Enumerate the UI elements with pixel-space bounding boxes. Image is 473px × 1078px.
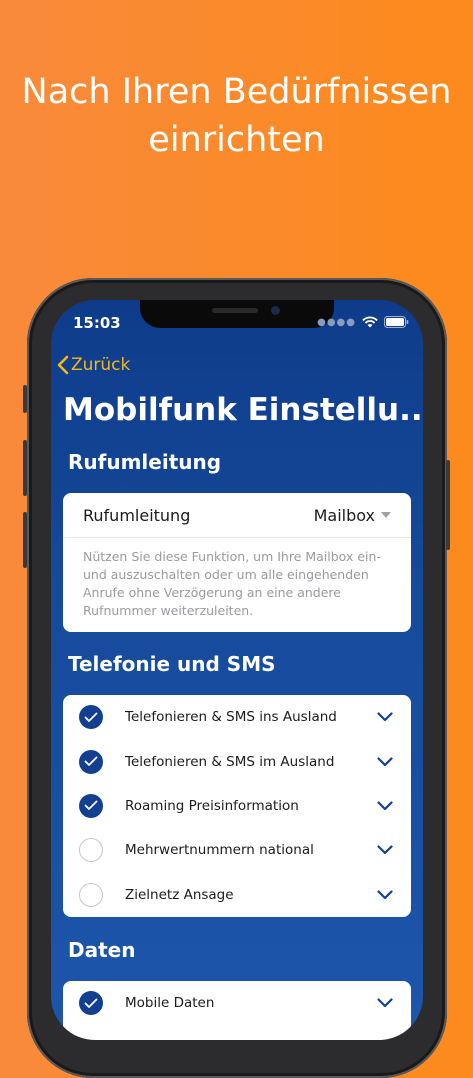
checkmark-icon bbox=[84, 801, 98, 811]
checkbox-checked[interactable] bbox=[79, 793, 103, 818]
caret-down-icon bbox=[381, 512, 391, 518]
call-forwarding-value: Mailbox bbox=[313, 505, 375, 525]
promo-headline-line2: einrichten bbox=[148, 120, 325, 160]
wifi-icon bbox=[362, 316, 378, 328]
chevron-left-icon bbox=[57, 355, 69, 375]
checkbox-unchecked[interactable] bbox=[79, 882, 103, 907]
section-heading-telephony: Telefonie und SMS bbox=[68, 652, 276, 676]
phone-screen: 15:03 ●●●● Zurück Mobilfunk Einstellu...… bbox=[51, 300, 423, 1040]
call-forwarding-select[interactable]: Mailbox bbox=[314, 506, 391, 525]
back-button[interactable]: Zurück bbox=[57, 355, 130, 375]
checkmark-icon bbox=[84, 998, 98, 1008]
checkbox-checked[interactable] bbox=[79, 991, 103, 1016]
chevron-down-icon[interactable] bbox=[377, 890, 393, 900]
checkbox-checked[interactable] bbox=[79, 705, 103, 730]
call-forwarding-label: Rufumleitung bbox=[83, 505, 191, 525]
telephony-card: Telefonieren & SMS ins Ausland Telefonie… bbox=[63, 695, 411, 917]
signal-icon: ●●●● bbox=[317, 316, 356, 328]
chevron-down-icon[interactable] bbox=[377, 998, 393, 1008]
status-icons: ●●●● bbox=[317, 316, 409, 328]
list-item[interactable]: Roaming Preisinformation bbox=[63, 784, 411, 828]
list-item[interactable]: Telefonieren & SMS ins Ausland bbox=[63, 695, 411, 739]
list-item-label: Mehrwertnummern national bbox=[125, 842, 314, 859]
promo-headline-line1: Nach Ihren Bedürfnissen bbox=[21, 72, 452, 112]
phone-volume-up bbox=[23, 440, 27, 496]
front-camera bbox=[271, 306, 280, 315]
phone-mute-switch bbox=[23, 385, 27, 413]
chevron-down-icon[interactable] bbox=[377, 845, 393, 855]
section-heading-call-forwarding: Rufumleitung bbox=[68, 450, 222, 474]
section-heading-data: Daten bbox=[68, 938, 136, 962]
checkmark-icon bbox=[84, 756, 98, 766]
chevron-down-icon[interactable] bbox=[377, 712, 393, 722]
list-item[interactable]: Zielnetz Ansage bbox=[63, 873, 411, 917]
phone-notch bbox=[140, 300, 334, 328]
chevron-down-icon[interactable] bbox=[377, 756, 393, 767]
list-item-label: Telefonieren & SMS ins Ausland bbox=[125, 709, 337, 726]
battery-icon bbox=[384, 316, 409, 328]
checkbox-checked[interactable] bbox=[79, 749, 103, 774]
checkmark-icon bbox=[84, 712, 98, 722]
list-item-label: Mobile Daten bbox=[125, 995, 215, 1012]
list-item-label: Roaming Preisinformation bbox=[125, 797, 299, 814]
status-time: 15:03 bbox=[73, 314, 121, 332]
phone-volume-down bbox=[23, 512, 27, 568]
list-item[interactable]: Telefonieren & SMS im Ausland bbox=[63, 739, 411, 783]
data-card: Mobile Daten bbox=[63, 981, 411, 1040]
phone-power-button bbox=[446, 460, 450, 550]
speaker-grille bbox=[212, 308, 258, 313]
page-title: Mobilfunk Einstellu... bbox=[63, 392, 423, 428]
list-item[interactable]: Mehrwertnummern national bbox=[63, 828, 411, 872]
list-item-label: Telefonieren & SMS im Ausland bbox=[125, 753, 335, 770]
back-button-label: Zurück bbox=[71, 355, 131, 375]
chevron-down-icon[interactable] bbox=[377, 801, 393, 811]
list-item[interactable]: Mobile Daten bbox=[63, 981, 411, 1025]
call-forwarding-card: Rufumleitung Mailbox Nützen Sie diese Fu… bbox=[63, 493, 411, 632]
promo-headline: Nach Ihren Bedürfnissen einrichten bbox=[0, 68, 473, 164]
call-forwarding-row[interactable]: Rufumleitung Mailbox bbox=[63, 493, 411, 538]
list-item-label: Zielnetz Ansage bbox=[125, 886, 234, 903]
call-forwarding-description: Nützen Sie diese Funktion, um Ihre Mailb… bbox=[83, 549, 381, 618]
checkbox-unchecked[interactable] bbox=[79, 838, 103, 863]
